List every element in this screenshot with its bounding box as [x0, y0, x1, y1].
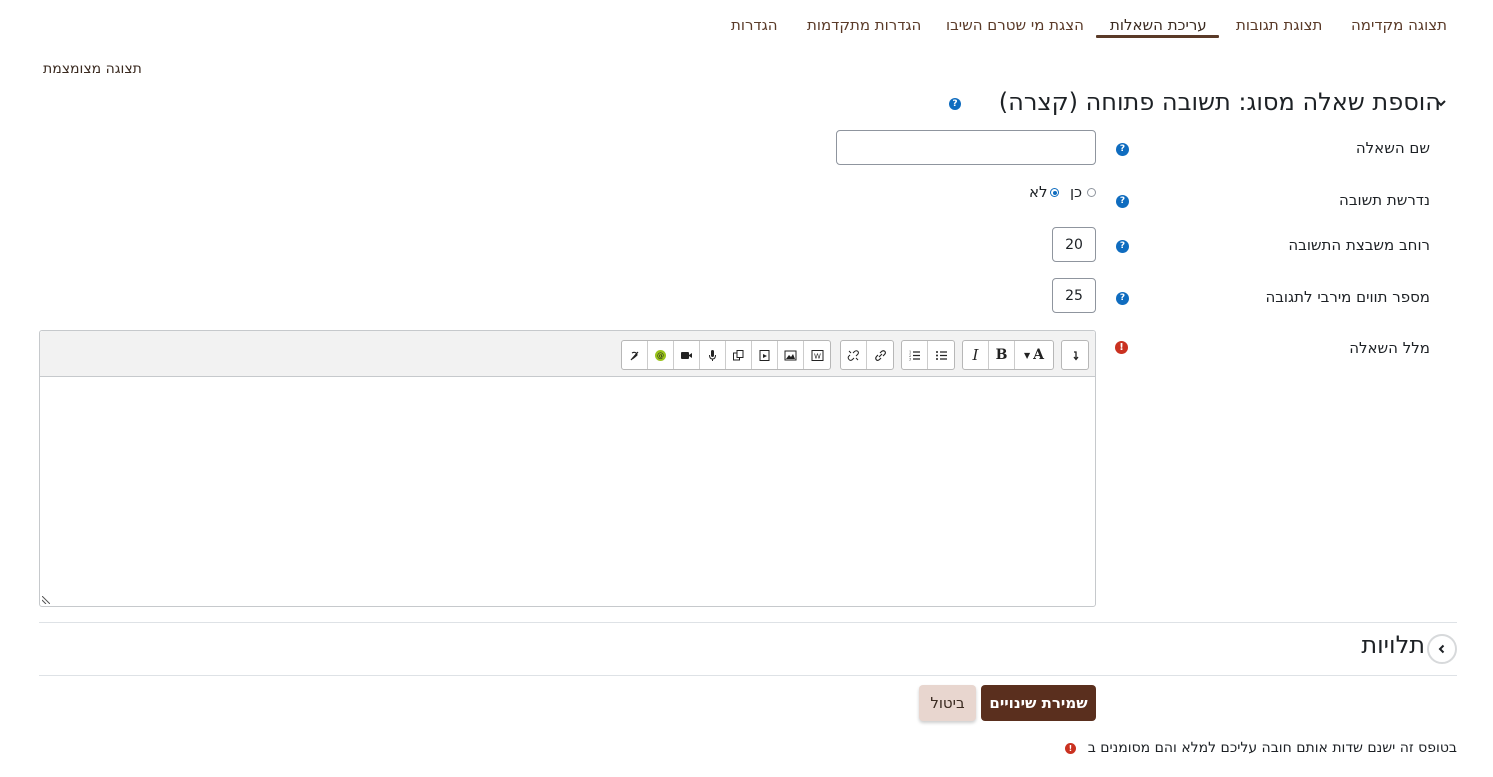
unordered-list-icon[interactable]: [928, 341, 954, 369]
dependencies-title[interactable]: תלויות: [1361, 631, 1425, 659]
accessibility-checker-icon[interactable]: [622, 341, 648, 369]
required-yes-label: כן: [1070, 183, 1083, 201]
resize-handle-icon[interactable]: [42, 596, 50, 604]
toolbar-group-insert: @ W: [621, 340, 831, 370]
divider-bottom: [39, 675, 1457, 676]
max-chars-help-icon[interactable]: ?: [1116, 292, 1129, 305]
question-name-input[interactable]: [836, 130, 1096, 165]
required-label: נדרשת תשובה: [1339, 191, 1430, 209]
required-icon: !: [1115, 341, 1128, 354]
tab-non-respondents[interactable]: הצגת מי שטרם השיבו: [946, 16, 1084, 34]
required-note-icon: !: [1065, 743, 1076, 754]
compact-view-link[interactable]: תצוגה מצומצמת: [43, 61, 142, 77]
required-help-icon[interactable]: ?: [1116, 195, 1129, 208]
question-name-help-icon[interactable]: ?: [1116, 143, 1129, 156]
record-video-icon[interactable]: [674, 341, 700, 369]
h5p-icon[interactable]: @: [648, 341, 674, 369]
active-tab-underline: [1096, 35, 1219, 38]
editor-toolbar: @ W 1 2 3 I B ▼ A: [40, 331, 1095, 377]
font-color-icon[interactable]: ▼ A: [1015, 341, 1053, 369]
question-text-editor[interactable]: @ W 1 2 3 I B ▼ A: [39, 330, 1096, 607]
question-text-label: מלל השאלה: [1349, 339, 1430, 357]
ordered-list-icon[interactable]: 123: [902, 341, 928, 369]
tab-settings[interactable]: הגדרות: [731, 16, 778, 34]
dependencies-toggle[interactable]: [1427, 634, 1457, 664]
section-help-icon[interactable]: ?: [949, 98, 961, 110]
divider-top: [39, 622, 1457, 623]
tab-responses[interactable]: תצוגת תגובות: [1236, 16, 1322, 34]
required-no-radio[interactable]: [1050, 188, 1059, 197]
answer-width-help-icon[interactable]: ?: [1116, 240, 1129, 253]
image-icon[interactable]: [778, 341, 804, 369]
unlink-icon[interactable]: [841, 341, 867, 369]
required-yes-radio[interactable]: [1087, 188, 1096, 197]
required-fields-note: בטופס זה ישנם שדות אותם חובה עליכם למלא …: [1087, 740, 1457, 756]
toolbar-group-lists: 123: [901, 340, 955, 370]
svg-text:@: @: [657, 352, 664, 360]
svg-text:W: W: [814, 352, 821, 360]
toolbar-group-links: [840, 340, 894, 370]
required-no-label: לא: [1029, 183, 1048, 201]
italic-icon[interactable]: I: [963, 341, 989, 369]
wiris-icon[interactable]: W: [804, 341, 830, 369]
manage-files-icon[interactable]: [726, 341, 752, 369]
answer-width-input[interactable]: [1052, 227, 1096, 262]
toolbar-group-undo: [1061, 340, 1089, 370]
tab-preview[interactable]: תצוגה מקדימה: [1351, 16, 1447, 34]
max-chars-label: מספר תווים מירבי לתגובה: [1265, 288, 1430, 306]
record-audio-icon[interactable]: [700, 341, 726, 369]
tab-advanced-settings[interactable]: הגדרות מתקדמות: [807, 16, 921, 34]
section-title: הוספת שאלה מסוג: תשובה פתוחה (קצרה): [998, 88, 1441, 116]
chevron-left-icon: [1438, 644, 1445, 654]
answer-width-label: רוחב משבצת התשובה: [1288, 236, 1430, 254]
toolbar-group-format: I B ▼ A: [962, 340, 1054, 370]
link-icon[interactable]: [867, 341, 893, 369]
cancel-button[interactable]: ביטול: [919, 685, 976, 721]
save-button[interactable]: שמירת שינויים: [981, 685, 1096, 721]
question-name-label: שם השאלה: [1355, 139, 1430, 157]
media-icon[interactable]: [752, 341, 778, 369]
bold-icon[interactable]: B: [989, 341, 1015, 369]
tab-edit-questions[interactable]: עריכת השאלות: [1110, 16, 1207, 34]
svg-text:3: 3: [909, 357, 911, 361]
undo-icon[interactable]: [1062, 341, 1088, 369]
max-chars-input[interactable]: [1052, 278, 1096, 313]
